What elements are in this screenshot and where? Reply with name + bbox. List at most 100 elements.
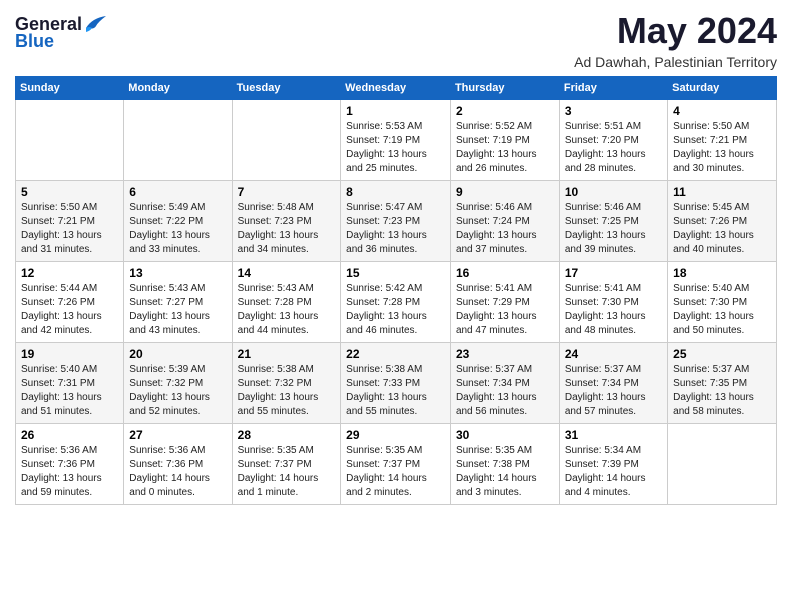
page-header: General Blue May 2024 Ad Dawhah, Palesti…	[15, 10, 777, 70]
calendar-cell: 20 Sunrise: 5:39 AMSunset: 7:32 PMDayligh…	[124, 343, 232, 424]
day-number: 21	[238, 347, 336, 361]
calendar-table: SundayMondayTuesdayWednesdayThursdayFrid…	[15, 76, 777, 505]
calendar-cell: 19Sunrise: 5:40 AMSunset: 7:31 PMDayligh…	[16, 343, 124, 424]
day-number: 12	[21, 266, 118, 280]
calendar-cell: 21 Sunrise: 5:38 AMSunset: 7:32 PMDayligh…	[232, 343, 341, 424]
day-number: 30	[456, 428, 554, 442]
calendar-cell: 25Sunrise: 5:37 AMSunset: 7:35 PMDayligh…	[668, 343, 777, 424]
calendar-week-row: 12 Sunrise: 5:44 AMSunset: 7:26 PMDayligh…	[16, 262, 777, 343]
calendar-cell: 26Sunrise: 5:36 AMSunset: 7:36 PMDayligh…	[16, 424, 124, 505]
day-info: Sunrise: 5:40 AMSunset: 7:30 PMDaylight:…	[673, 282, 771, 338]
day-info: Sunrise: 5:50 AMSunset: 7:21 PMDaylight:…	[21, 201, 118, 257]
day-number: 31	[565, 428, 662, 442]
day-info: Sunrise: 5:43 AMSunset: 7:27 PMDaylight:…	[129, 282, 226, 338]
calendar-cell: 10Sunrise: 5:46 AMSunset: 7:25 PMDayligh…	[559, 181, 667, 262]
day-number: 15	[346, 266, 445, 280]
day-number: 1	[346, 104, 445, 118]
day-number: 9	[456, 185, 554, 199]
calendar-cell: 27 Sunrise: 5:36 AMSunset: 7:36 PMDayligh…	[124, 424, 232, 505]
day-number: 23	[456, 347, 554, 361]
calendar-cell: 12 Sunrise: 5:44 AMSunset: 7:26 PMDayligh…	[16, 262, 124, 343]
day-info: Sunrise: 5:42 AMSunset: 7:28 PMDaylight:…	[346, 282, 445, 338]
weekday-header-row: SundayMondayTuesdayWednesdayThursdayFrid…	[16, 77, 777, 100]
calendar-cell	[16, 100, 124, 181]
day-info: Sunrise: 5:41 AMSunset: 7:29 PMDaylight:…	[456, 282, 554, 338]
calendar-week-row: 26Sunrise: 5:36 AMSunset: 7:36 PMDayligh…	[16, 424, 777, 505]
day-info: Sunrise: 5:37 AMSunset: 7:34 PMDaylight:…	[456, 363, 554, 419]
day-number: 27	[129, 428, 226, 442]
calendar-cell: 3Sunrise: 5:51 AMSunset: 7:20 PMDaylight…	[559, 100, 667, 181]
day-number: 6	[129, 185, 226, 199]
day-info: Sunrise: 5:36 AMSunset: 7:36 PMDaylight:…	[129, 444, 226, 500]
day-info: Sunrise: 5:35 AMSunset: 7:38 PMDaylight:…	[456, 444, 554, 500]
calendar-cell: 17 Sunrise: 5:41 AMSunset: 7:30 PMDayligh…	[559, 262, 667, 343]
calendar-cell	[668, 424, 777, 505]
day-info: Sunrise: 5:39 AMSunset: 7:32 PMDaylight:…	[129, 363, 226, 419]
day-number: 17	[565, 266, 662, 280]
calendar-week-row: 1 Sunrise: 5:53 AMSunset: 7:19 PMDaylight…	[16, 100, 777, 181]
day-info: Sunrise: 5:44 AMSunset: 7:26 PMDaylight:…	[21, 282, 118, 338]
calendar-cell: 5Sunrise: 5:50 AMSunset: 7:21 PMDaylight…	[16, 181, 124, 262]
day-number: 28	[238, 428, 336, 442]
calendar-cell: 13Sunrise: 5:43 AMSunset: 7:27 PMDayligh…	[124, 262, 232, 343]
calendar-cell: 11 Sunrise: 5:45 AMSunset: 7:26 PMDayligh…	[668, 181, 777, 262]
day-info: Sunrise: 5:35 AMSunset: 7:37 PMDaylight:…	[346, 444, 445, 500]
location-subtitle: Ad Dawhah, Palestinian Territory	[574, 54, 777, 70]
calendar-cell: 22 Sunrise: 5:38 AMSunset: 7:33 PMDayligh…	[341, 343, 451, 424]
day-info: Sunrise: 5:51 AMSunset: 7:20 PMDaylight:…	[565, 120, 662, 176]
calendar-cell: 8 Sunrise: 5:47 AMSunset: 7:23 PMDaylight…	[341, 181, 451, 262]
calendar-cell: 9Sunrise: 5:46 AMSunset: 7:24 PMDaylight…	[450, 181, 559, 262]
calendar-cell: 2 Sunrise: 5:52 AMSunset: 7:19 PMDaylight…	[450, 100, 559, 181]
day-number: 8	[346, 185, 445, 199]
day-number: 4	[673, 104, 771, 118]
weekday-header-thursday: Thursday	[450, 77, 559, 100]
calendar-cell: 1 Sunrise: 5:53 AMSunset: 7:19 PMDaylight…	[341, 100, 451, 181]
day-number: 14	[238, 266, 336, 280]
day-number: 18	[673, 266, 771, 280]
calendar-cell: 18 Sunrise: 5:40 AMSunset: 7:30 PMDayligh…	[668, 262, 777, 343]
calendar-cell: 28Sunrise: 5:35 AMSunset: 7:37 PMDayligh…	[232, 424, 341, 505]
day-info: Sunrise: 5:36 AMSunset: 7:36 PMDaylight:…	[21, 444, 118, 500]
calendar-cell: 30 Sunrise: 5:35 AMSunset: 7:38 PMDayligh…	[450, 424, 559, 505]
day-number: 16	[456, 266, 554, 280]
calendar-cell	[124, 100, 232, 181]
day-info: Sunrise: 5:37 AMSunset: 7:35 PMDaylight:…	[673, 363, 771, 419]
day-info: Sunrise: 5:52 AMSunset: 7:19 PMDaylight:…	[456, 120, 554, 176]
weekday-header-wednesday: Wednesday	[341, 77, 451, 100]
title-area: May 2024 Ad Dawhah, Palestinian Territor…	[574, 10, 777, 70]
page-title: May 2024	[574, 10, 777, 52]
day-number: 20	[129, 347, 226, 361]
day-info: Sunrise: 5:45 AMSunset: 7:26 PMDaylight:…	[673, 201, 771, 257]
calendar-cell: 24Sunrise: 5:37 AMSunset: 7:34 PMDayligh…	[559, 343, 667, 424]
day-info: Sunrise: 5:50 AMSunset: 7:21 PMDaylight:…	[673, 120, 771, 176]
day-info: Sunrise: 5:38 AMSunset: 7:32 PMDaylight:…	[238, 363, 336, 419]
day-info: Sunrise: 5:34 AMSunset: 7:39 PMDaylight:…	[565, 444, 662, 500]
day-info: Sunrise: 5:43 AMSunset: 7:28 PMDaylight:…	[238, 282, 336, 338]
day-info: Sunrise: 5:49 AMSunset: 7:22 PMDaylight:…	[129, 201, 226, 257]
day-number: 11	[673, 185, 771, 199]
logo-bird-icon	[84, 16, 106, 34]
day-info: Sunrise: 5:53 AMSunset: 7:19 PMDaylight:…	[346, 120, 445, 176]
calendar-cell: 31 Sunrise: 5:34 AMSunset: 7:39 PMDayligh…	[559, 424, 667, 505]
weekday-header-monday: Monday	[124, 77, 232, 100]
day-number: 2	[456, 104, 554, 118]
logo: General Blue	[15, 14, 106, 52]
day-number: 22	[346, 347, 445, 361]
calendar-cell: 4 Sunrise: 5:50 AMSunset: 7:21 PMDaylight…	[668, 100, 777, 181]
day-info: Sunrise: 5:48 AMSunset: 7:23 PMDaylight:…	[238, 201, 336, 257]
calendar-cell: 14 Sunrise: 5:43 AMSunset: 7:28 PMDayligh…	[232, 262, 341, 343]
day-info: Sunrise: 5:40 AMSunset: 7:31 PMDaylight:…	[21, 363, 118, 419]
weekday-header-friday: Friday	[559, 77, 667, 100]
day-info: Sunrise: 5:41 AMSunset: 7:30 PMDaylight:…	[565, 282, 662, 338]
calendar-cell: 29 Sunrise: 5:35 AMSunset: 7:37 PMDayligh…	[341, 424, 451, 505]
calendar-cell: 16 Sunrise: 5:41 AMSunset: 7:29 PMDayligh…	[450, 262, 559, 343]
calendar-cell: 15 Sunrise: 5:42 AMSunset: 7:28 PMDayligh…	[341, 262, 451, 343]
day-number: 29	[346, 428, 445, 442]
day-number: 24	[565, 347, 662, 361]
day-number: 7	[238, 185, 336, 199]
day-info: Sunrise: 5:47 AMSunset: 7:23 PMDaylight:…	[346, 201, 445, 257]
logo-blue-text: Blue	[15, 31, 54, 52]
calendar-cell: 7 Sunrise: 5:48 AMSunset: 7:23 PMDaylight…	[232, 181, 341, 262]
day-info: Sunrise: 5:38 AMSunset: 7:33 PMDaylight:…	[346, 363, 445, 419]
day-info: Sunrise: 5:46 AMSunset: 7:25 PMDaylight:…	[565, 201, 662, 257]
